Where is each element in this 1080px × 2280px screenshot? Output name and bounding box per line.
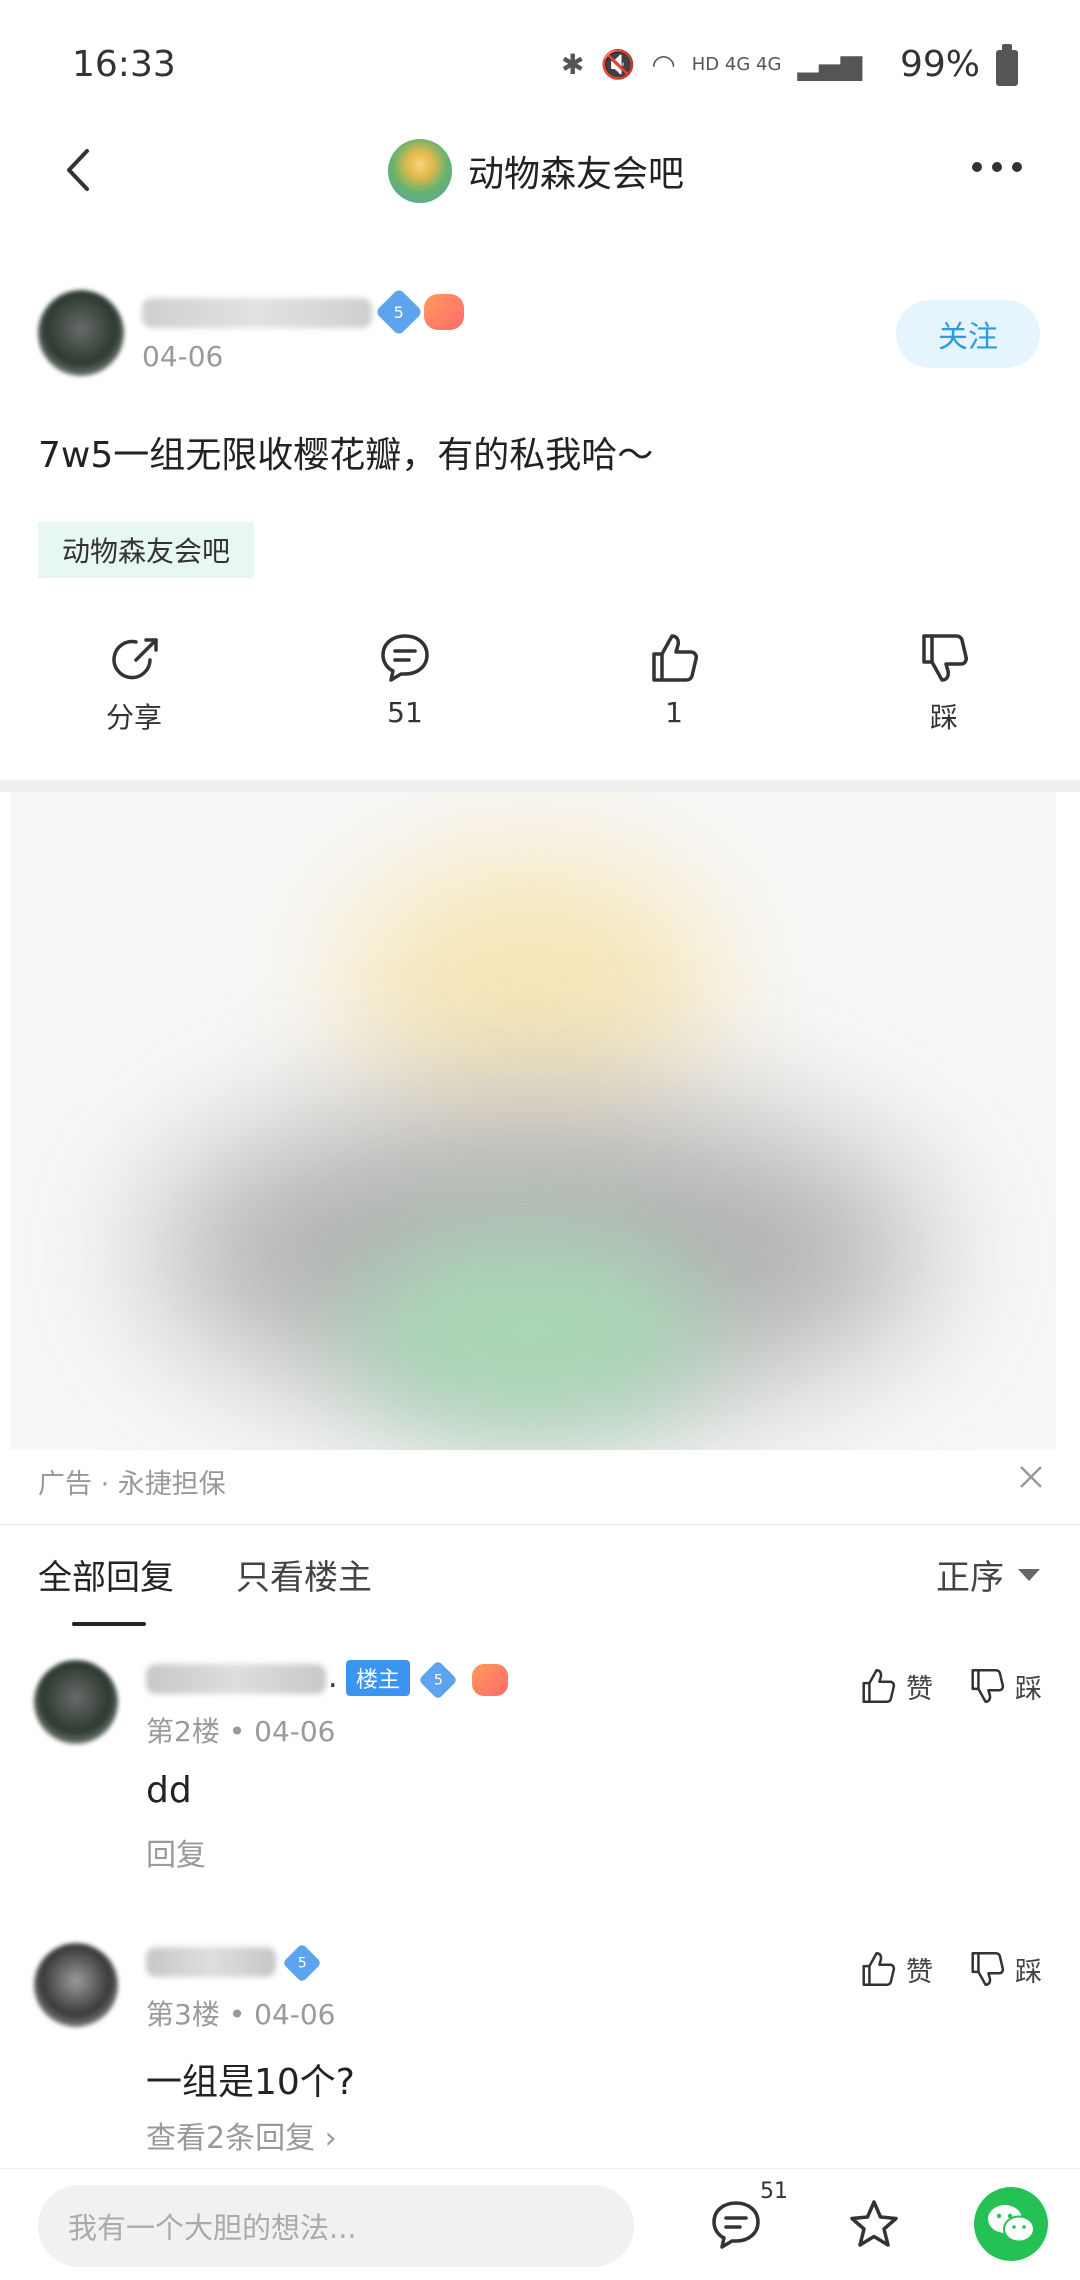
thumbs-down-icon bbox=[971, 1669, 1005, 1703]
name-suffix: . bbox=[328, 1660, 338, 1695]
comment-item: 5 第3楼 • 04-06 一组是10个? 查看2条回复 › 赞 踩 bbox=[0, 1943, 1080, 2163]
section-separator bbox=[0, 780, 1080, 792]
forum-tag[interactable]: 动物森友会吧 bbox=[38, 522, 255, 578]
like-label: 赞 bbox=[906, 1956, 933, 1988]
view-replies-link[interactable]: 查看2条回复 › bbox=[146, 2113, 337, 2157]
follow-button[interactable]: 关注 bbox=[896, 300, 1040, 368]
level-badge-icon: 5 bbox=[418, 1660, 458, 1700]
mute-icon: 🔇 bbox=[600, 48, 636, 81]
reply-input-placeholder: 我有一个大胆的想法... bbox=[68, 2211, 357, 2245]
comment-meta: 第2楼 • 04-06 bbox=[146, 1715, 336, 1748]
wechat-icon bbox=[988, 2205, 1035, 2243]
comment-author-name-blurred[interactable] bbox=[146, 1947, 276, 1977]
comment-count-badge: 51 bbox=[760, 2179, 788, 2204]
like-button[interactable]: 1 bbox=[614, 630, 734, 729]
reply-tabs: 全部回复 只看楼主 正序 bbox=[0, 1550, 1080, 1630]
thumbs-up-icon bbox=[862, 1952, 896, 1986]
author-name-blurred[interactable] bbox=[142, 298, 372, 328]
network-label: HD 4G 4G bbox=[691, 54, 782, 75]
comment-body: 一组是10个? bbox=[146, 2062, 355, 2103]
comment-author-name-blurred[interactable] bbox=[146, 1664, 326, 1694]
top-nav: 动物森友会吧 bbox=[0, 125, 1080, 215]
game-badge-icon bbox=[472, 1664, 508, 1696]
dislike-label: 踩 bbox=[1015, 1956, 1042, 1988]
forum-title: 动物森友会吧 bbox=[468, 154, 685, 195]
like-button[interactable]: 赞 bbox=[858, 1949, 933, 1989]
ad-image[interactable] bbox=[10, 792, 1056, 1450]
like-label: 赞 bbox=[906, 1673, 933, 1705]
comment-body: dd bbox=[146, 1770, 192, 1811]
back-arrow-icon[interactable] bbox=[55, 145, 105, 195]
thumbs-up-icon bbox=[862, 1669, 896, 1703]
wechat-share-button[interactable] bbox=[974, 2187, 1048, 2261]
thumbs-down-icon bbox=[971, 1952, 1005, 1986]
sort-label: 正序 bbox=[936, 1558, 1004, 1598]
game-badge-icon bbox=[424, 294, 464, 330]
post-author-row: 5 04-06 关注 bbox=[0, 287, 1080, 390]
status-icons: ✱ 🔇 ◠ HD 4G 4G ▂▄▆ bbox=[561, 48, 862, 81]
avatar[interactable] bbox=[38, 290, 124, 376]
dislike-label: 踩 bbox=[1015, 1673, 1042, 1705]
comment-actions: 赞 踩 bbox=[858, 1666, 1042, 1706]
ad-label: 广告 · 永捷担保 bbox=[38, 1469, 226, 1500]
comment-item: . 楼主 5 第2楼 • 04-06 dd 回复 赞 踩 bbox=[0, 1660, 1080, 1890]
comment-icon[interactable] bbox=[708, 2197, 764, 2253]
avatar[interactable] bbox=[34, 1943, 118, 2027]
comment-meta: 第3楼 • 04-06 bbox=[146, 1998, 336, 2031]
forum-header[interactable]: 动物森友会吧 bbox=[388, 139, 684, 203]
signal-icon: ▂▄▆ bbox=[797, 48, 862, 81]
bottom-bar: 我有一个大胆的想法... 51 bbox=[0, 2168, 1080, 2280]
post-date: 04-06 bbox=[142, 340, 224, 373]
comment-icon bbox=[381, 634, 429, 682]
divider bbox=[0, 1524, 1080, 1525]
like-count: 1 bbox=[665, 696, 683, 729]
share-label: 分享 bbox=[105, 701, 162, 734]
share-icon bbox=[112, 638, 158, 680]
level-badge-icon: 5 bbox=[374, 287, 424, 337]
dislike-label: 踩 bbox=[929, 701, 958, 734]
wifi-icon: ◠ bbox=[651, 48, 676, 81]
caret-down-icon bbox=[1018, 1568, 1040, 1581]
comment-actions: 赞 踩 bbox=[858, 1949, 1042, 1989]
forum-avatar bbox=[388, 139, 452, 203]
reply-input[interactable]: 我有一个大胆的想法... bbox=[38, 2185, 634, 2267]
sort-dropdown[interactable]: 正序 bbox=[936, 1550, 1040, 1599]
reply-link[interactable]: 回复 bbox=[146, 1830, 206, 1874]
battery-icon bbox=[996, 44, 1018, 86]
like-button[interactable]: 赞 bbox=[858, 1666, 933, 1706]
comment-count: 51 bbox=[387, 696, 423, 729]
post-actions: 分享 51 1 踩 bbox=[0, 630, 1080, 740]
tab-indicator bbox=[72, 1622, 146, 1626]
tab-all-replies[interactable]: 全部回复 bbox=[38, 1550, 174, 1599]
battery-percent: 99% bbox=[899, 44, 980, 85]
post-content: 7w5一组无限收樱花瓣，有的私我哈～ bbox=[38, 435, 654, 476]
status-bar: 16:33 ✱ 🔇 ◠ HD 4G 4G ▂▄▆ 99% bbox=[0, 0, 1080, 120]
avatar[interactable] bbox=[34, 1660, 118, 1744]
close-icon[interactable] bbox=[1018, 1464, 1044, 1490]
dislike-button[interactable]: 踩 bbox=[967, 1949, 1042, 1989]
dislike-button[interactable]: 踩 bbox=[967, 1666, 1042, 1706]
dislike-button[interactable]: 踩 bbox=[884, 630, 1004, 736]
thumbs-down-icon bbox=[922, 634, 968, 682]
status-time: 16:33 bbox=[72, 44, 176, 85]
thumbs-up-icon bbox=[652, 634, 698, 682]
owner-badge: 楼主 bbox=[346, 1660, 411, 1696]
tab-op-only[interactable]: 只看楼主 bbox=[236, 1550, 372, 1599]
star-icon[interactable] bbox=[846, 2197, 902, 2253]
more-options-icon[interactable] bbox=[972, 147, 1032, 187]
comment-button[interactable]: 51 bbox=[345, 630, 465, 729]
level-badge-icon: 5 bbox=[282, 1943, 322, 1983]
bluetooth-icon: ✱ bbox=[560, 48, 585, 81]
share-button[interactable]: 分享 bbox=[74, 630, 194, 736]
